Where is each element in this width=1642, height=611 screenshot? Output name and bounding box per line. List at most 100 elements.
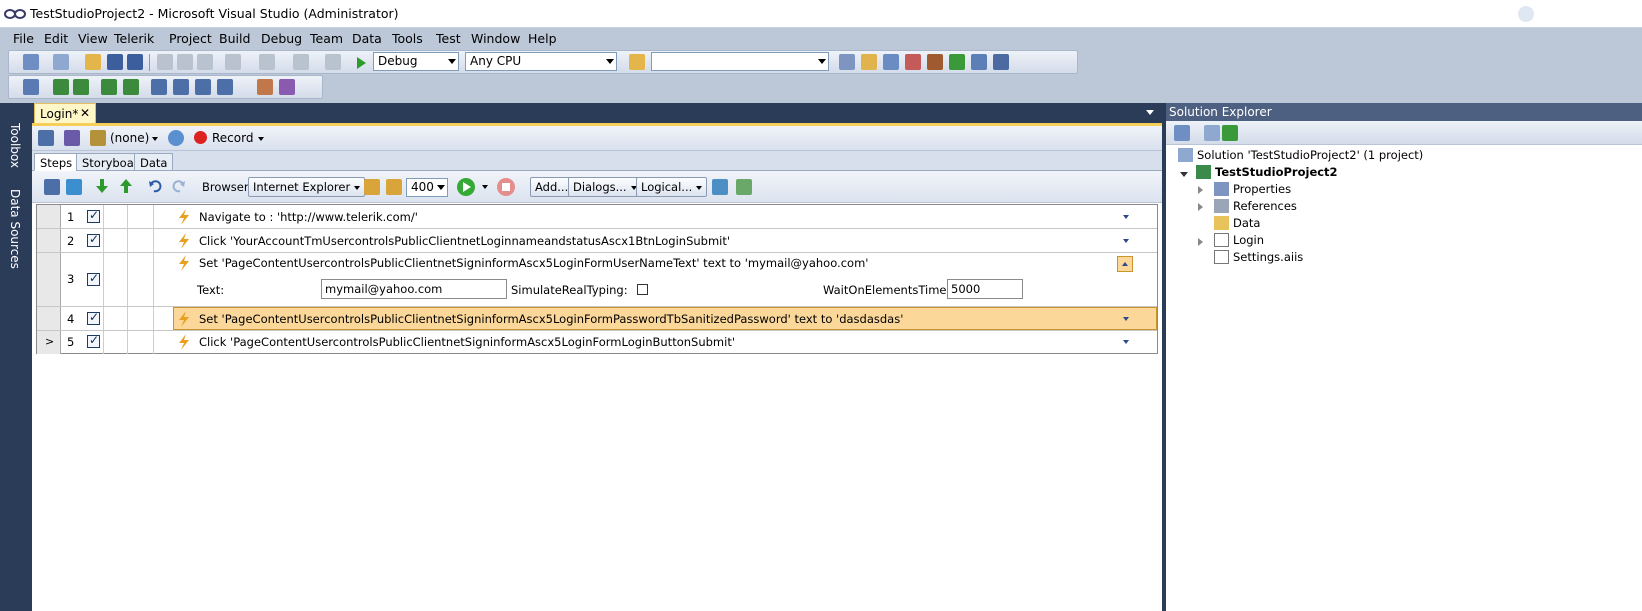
table-row[interactable]: > 5 Click 'PageContentUsercontrolsPublic… [37,331,1157,354]
menu-tools[interactable]: Tools [392,31,423,46]
report-icon[interactable] [217,79,233,95]
delay-input[interactable]: 400 [406,178,448,197]
redo-icon[interactable] [259,54,275,70]
undo-icon[interactable] [148,178,164,194]
tree-solution[interactable]: Solution 'TestStudioProject2' (1 project… [1197,148,1423,162]
step-description[interactable]: Navigate to : 'http://www.telerik.com/' [199,210,418,224]
collapse-arrow-icon[interactable] [1198,203,1203,211]
navigate-backward-icon[interactable] [293,54,309,70]
test-explorer-icon[interactable] [23,79,39,95]
toolbox-icon[interactable] [905,54,921,70]
step-enabled-checkbox[interactable] [87,310,100,325]
run-list-icon[interactable] [101,79,117,95]
results-icon[interactable] [151,79,167,95]
chevron-down-icon[interactable] [258,137,264,141]
solution-configuration-combo[interactable]: Debug [373,52,459,71]
simulate-typing-checkbox[interactable] [637,284,648,295]
edit-icon[interactable] [38,130,54,146]
object-browser-icon[interactable] [883,54,899,70]
move-up-icon[interactable] [118,178,134,194]
step-into-icon[interactable] [73,79,89,95]
tree-item-data[interactable]: Data [1233,216,1260,230]
table-row[interactable]: 4 Set 'PageContentUsercontrolsPublicClie… [37,307,1157,331]
undo-icon[interactable] [225,54,241,70]
start-debugging-icon[interactable] [353,55,369,71]
record-button[interactable]: Record [212,131,253,145]
tools-icon[interactable] [927,54,943,70]
row-selector[interactable] [37,205,61,228]
step-enabled-checkbox[interactable] [87,271,100,286]
step-description[interactable]: Set 'PageContentUsercontrolsPublicClient… [199,312,903,326]
elements-icon[interactable] [64,130,80,146]
menu-project[interactable]: Project [169,31,212,46]
extension-manager-icon[interactable] [971,54,987,70]
calendar-icon[interactable] [257,79,273,95]
row-selector[interactable] [37,253,61,306]
save-icon[interactable] [107,54,123,70]
step-description[interactable]: Click 'PageContentUsercontrolsPublicClie… [199,335,735,349]
logical-button[interactable]: Logical... [636,177,708,197]
cut-icon[interactable] [157,54,173,70]
tree-item-references[interactable]: References [1233,199,1297,213]
menu-help[interactable]: Help [528,31,557,46]
record-icon[interactable] [194,131,207,144]
wait-timeout-input[interactable]: 5000 [947,279,1023,299]
tree-project[interactable]: TestStudioProject2 [1215,165,1338,179]
find-in-files-icon[interactable] [629,54,645,70]
find-combo[interactable] [651,52,829,71]
paste-icon[interactable] [197,54,213,70]
row-selector[interactable] [37,229,61,252]
table-row[interactable]: 3 Set 'PageContentUsercontrolsPublicClie… [37,253,1157,307]
find-icon[interactable] [839,54,855,70]
chevron-down-icon[interactable] [1123,340,1129,344]
menu-debug[interactable]: Debug [261,31,302,46]
navigate-forward-icon[interactable] [325,54,341,70]
step-description[interactable]: Click 'YourAccountTmUsercontrolsPublicCl… [199,234,730,248]
browser-select[interactable]: Internet Explorer [248,177,366,197]
collapse-button[interactable] [1117,256,1133,272]
properties-icon[interactable] [861,54,877,70]
menu-edit[interactable]: Edit [44,31,68,46]
redo-icon[interactable] [170,178,186,194]
row-selector[interactable]: > [37,331,61,354]
menu-view[interactable]: View [78,31,108,46]
toolbox-tab[interactable]: Toolbox [8,123,22,168]
menu-data[interactable]: Data [352,31,382,46]
refresh-icon[interactable] [1222,125,1238,141]
tab-login[interactable]: Login* ✕ [34,103,96,123]
list-icon[interactable] [195,79,211,95]
command-window-icon[interactable] [993,54,1009,70]
properties-icon[interactable] [1174,125,1190,141]
refresh-icon[interactable] [712,179,728,195]
step-enabled-checkbox[interactable] [87,333,100,348]
save-all-icon[interactable] [127,54,143,70]
step-enabled-checkbox[interactable] [87,208,100,223]
run-all-icon[interactable] [123,79,139,95]
open-folder-icon[interactable] [85,54,101,70]
delete-icon[interactable] [44,179,60,195]
settings-icon[interactable] [279,79,295,95]
stop-icon[interactable] [496,177,516,197]
menu-file[interactable]: File [13,31,34,46]
image-icon[interactable] [736,179,752,195]
text-property-input[interactable]: mymail@yahoo.com [321,279,507,299]
new-project-icon[interactable] [23,54,39,70]
step-description[interactable]: Set 'PageContentUsercontrolsPublicClient… [199,256,868,270]
collapse-arrow-icon[interactable] [1198,186,1203,194]
tab-data[interactable]: Data [134,153,174,171]
highlight-icon[interactable] [364,179,380,195]
chevron-down-icon[interactable] [1123,239,1129,243]
expand-arrow-icon[interactable] [1180,172,1188,177]
minimize-icon[interactable] [1518,6,1534,22]
delay-icon[interactable] [386,179,402,195]
move-down-icon[interactable] [94,178,110,194]
step-icon[interactable] [53,79,69,95]
chevron-down-icon[interactable] [152,137,158,141]
data-sources-tab[interactable]: Data Sources [8,189,22,269]
tree-item-login[interactable]: Login [1233,233,1264,247]
database-icon[interactable] [90,130,106,146]
dialogs-button[interactable]: Dialogs... [568,177,642,197]
step-enabled-checkbox[interactable] [87,232,100,247]
show-all-files-icon[interactable] [1204,125,1220,141]
copy-step-icon[interactable] [66,179,82,195]
